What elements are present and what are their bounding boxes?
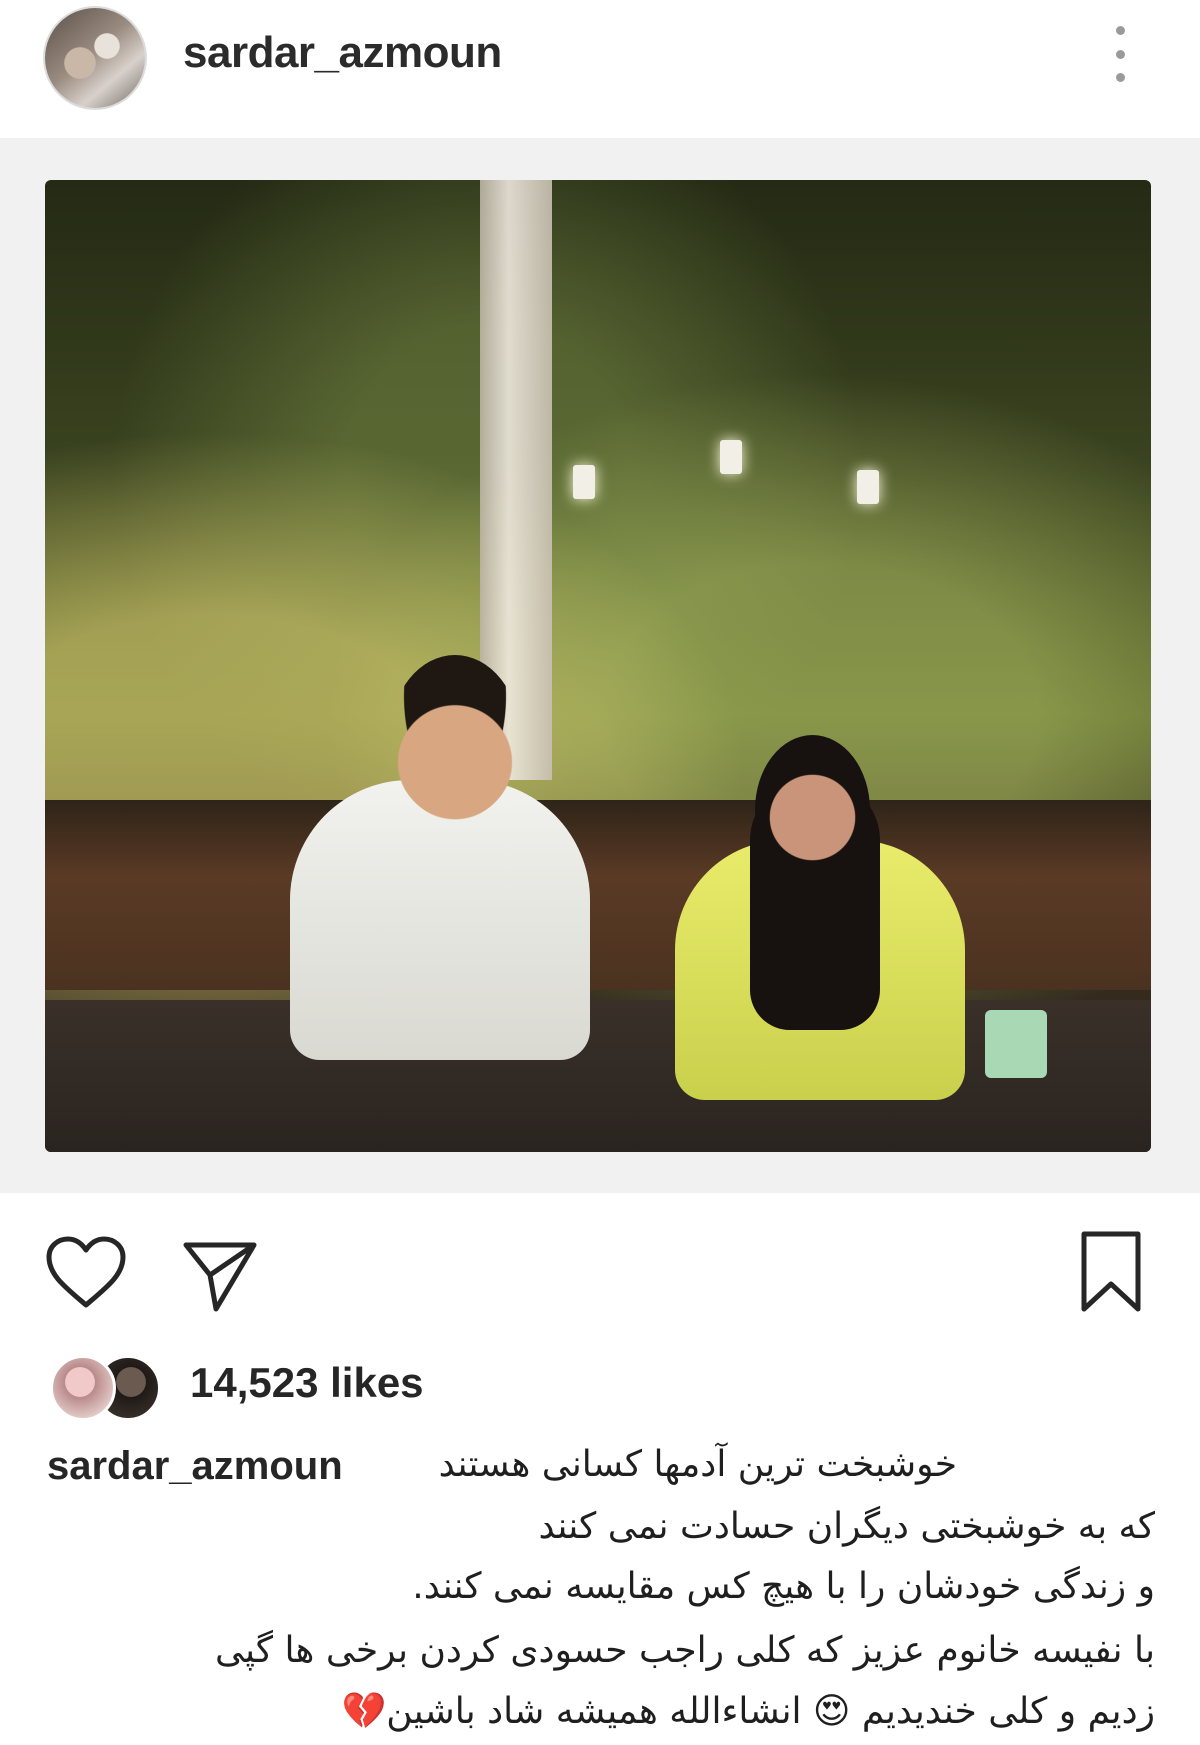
- post-action-bar: [0, 1195, 1200, 1315]
- photo-lamp: [573, 465, 595, 499]
- heart-icon[interactable]: [45, 1235, 127, 1311]
- post-username[interactable]: sardar_azmoun: [183, 28, 502, 78]
- photo-person-left: [290, 780, 590, 1060]
- caption-line: خوشبخت ترین آدمها کسانی هستند: [438, 1444, 957, 1485]
- profile-avatar[interactable]: [45, 8, 145, 108]
- caption-line: با نفیسه خانوم عزیز که کلی راجب حسودی کر…: [215, 1630, 1155, 1671]
- post-media-area: [0, 138, 1200, 1193]
- photo-person-right-head: [755, 735, 870, 885]
- photo-lamp: [857, 470, 879, 504]
- dot: [1115, 49, 1125, 59]
- photo-lamp: [720, 440, 742, 474]
- more-options-icon[interactable]: [1105, 26, 1135, 82]
- dot: [1115, 73, 1125, 82]
- caption-line: زدیم و کلی خندیدیم 😍 انشاءالله همیشه شاد…: [341, 1691, 1155, 1732]
- caption-line: که به خوشبختی دیگران حسادت نمی کنند: [538, 1506, 1156, 1547]
- post-photo[interactable]: [45, 180, 1151, 1152]
- caption-line: و زندگی خودشان را با هیچ کس مقایسه نمی ک…: [412, 1566, 1155, 1607]
- dot: [1115, 26, 1125, 35]
- likes-count[interactable]: 14,523 likes: [190, 1359, 424, 1407]
- photo-cup: [985, 1010, 1047, 1078]
- caption-username[interactable]: sardar_azmoun: [47, 1444, 343, 1489]
- photo-booth-wall: [45, 800, 1151, 990]
- post-header: sardar_azmoun: [0, 0, 1200, 110]
- photo-person-left-head: [390, 655, 520, 820]
- bookmark-icon[interactable]: [1078, 1229, 1144, 1315]
- paper-plane-icon[interactable]: [180, 1235, 260, 1315]
- likes-row: 14,523 likes: [0, 1345, 1200, 1425]
- liker-avatar[interactable]: [50, 1355, 116, 1421]
